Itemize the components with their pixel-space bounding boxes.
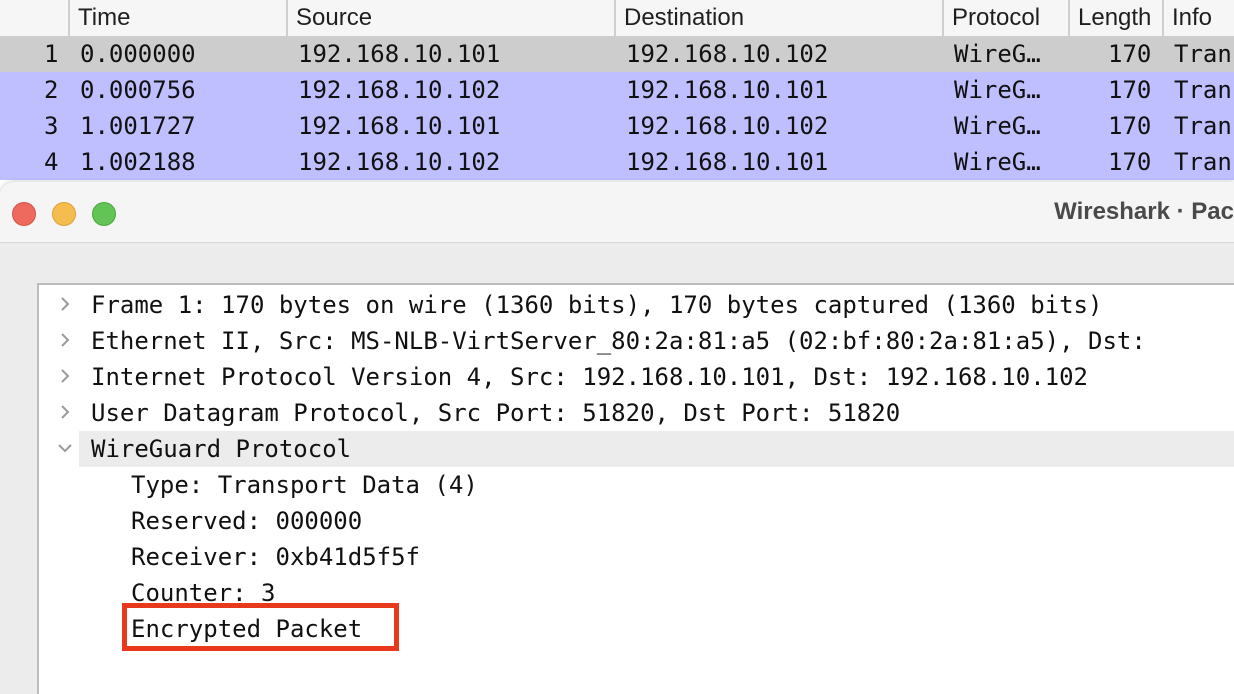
- packet-protocol: WireG…: [954, 40, 1041, 68]
- column-header-info[interactable]: Info: [1162, 0, 1234, 36]
- field-label: Receiver: 0xb41d5f5f: [131, 543, 420, 571]
- tree-item-label: Frame 1: 170 bytes on wire (1360 bits), …: [91, 291, 1103, 319]
- packet-details-tree: Frame 1: 170 bytes on wire (1360 bits), …: [37, 283, 1234, 694]
- packet-source: 192.168.10.102: [298, 76, 501, 104]
- tree-item-label: Internet Protocol Version 4, Src: 192.16…: [91, 363, 1088, 391]
- tree-item-wireguard[interactable]: WireGuard Protocol: [58, 431, 1234, 467]
- tree-item-label: WireGuard Protocol: [91, 435, 352, 463]
- tree-field-receiver[interactable]: Receiver: 0xb41d5f5f: [39, 539, 1234, 575]
- packet-destination: 192.168.10.101: [626, 76, 829, 104]
- packet-length: 170: [1108, 112, 1152, 140]
- packet-info: Tran: [1174, 112, 1232, 140]
- close-window-button[interactable]: [12, 202, 36, 226]
- packet-time: 1.002188: [80, 148, 196, 176]
- packet-time: 0.000756: [80, 76, 196, 104]
- packet-detail-window: Wireshark · Pac Frame 1: 170 bytes on wi…: [0, 182, 1234, 694]
- tree-item-label: Ethernet II, Src: MS-NLB-VirtServer_80:2…: [91, 327, 1146, 355]
- packet-length: 170: [1108, 40, 1152, 68]
- packet-list-header: Time Source Destination Protocol Length …: [0, 0, 1234, 37]
- chevron-right-icon[interactable]: [54, 365, 76, 387]
- field-label: Reserved: 000000: [131, 507, 363, 535]
- highlight-annotation-box: [122, 603, 399, 651]
- packet-destination: 192.168.10.102: [626, 112, 829, 140]
- window-title: Wireshark · Pac: [1054, 198, 1234, 225]
- packet-protocol: WireG…: [954, 76, 1041, 104]
- packet-source: 192.168.10.101: [298, 40, 501, 68]
- tree-item-ethernet[interactable]: Ethernet II, Src: MS-NLB-VirtServer_80:2…: [39, 323, 1234, 359]
- packet-protocol: WireG…: [954, 112, 1041, 140]
- packet-row[interactable]: 4 1.002188 192.168.10.102 192.168.10.101…: [0, 144, 1234, 180]
- packet-length: 170: [1108, 148, 1152, 176]
- packet-row[interactable]: 2 0.000756 192.168.10.102 192.168.10.101…: [0, 72, 1234, 108]
- packet-info: Tran: [1174, 76, 1232, 104]
- packet-destination: 192.168.10.101: [626, 148, 829, 176]
- tree-field-type[interactable]: Type: Transport Data (4): [39, 467, 1234, 503]
- packet-source: 192.168.10.102: [298, 148, 501, 176]
- tree-item-label: User Datagram Protocol, Src Port: 51820,…: [91, 399, 901, 427]
- column-header-time[interactable]: Time: [68, 0, 288, 36]
- packet-source: 192.168.10.101: [298, 112, 501, 140]
- tree-item-ipv4[interactable]: Internet Protocol Version 4, Src: 192.16…: [39, 359, 1234, 395]
- chevron-right-icon[interactable]: [54, 401, 76, 423]
- packet-row[interactable]: 1 0.000000 192.168.10.101 192.168.10.102…: [0, 36, 1234, 72]
- chevron-right-icon[interactable]: [54, 293, 76, 315]
- packet-destination: 192.168.10.102: [626, 40, 829, 68]
- minimize-window-button[interactable]: [52, 202, 76, 226]
- column-header-destination[interactable]: Destination: [614, 0, 944, 36]
- packet-protocol: WireG…: [954, 148, 1041, 176]
- packet-no: 2: [44, 76, 59, 104]
- packet-length: 170: [1108, 76, 1152, 104]
- packet-row[interactable]: 3 1.001727 192.168.10.101 192.168.10.102…: [0, 108, 1234, 144]
- column-header-protocol[interactable]: Protocol: [942, 0, 1070, 36]
- zoom-window-button[interactable]: [92, 202, 116, 226]
- packet-time: 0.000000: [80, 40, 196, 68]
- packet-list: Time Source Destination Protocol Length …: [0, 0, 1234, 182]
- column-header-length[interactable]: Length: [1068, 0, 1164, 36]
- chevron-right-icon[interactable]: [54, 329, 76, 351]
- packet-time: 1.001727: [80, 112, 196, 140]
- column-header-source[interactable]: Source: [286, 0, 616, 36]
- tree-item-udp[interactable]: User Datagram Protocol, Src Port: 51820,…: [39, 395, 1234, 431]
- packet-info: Tran: [1174, 40, 1232, 68]
- packet-info: Tran: [1174, 148, 1232, 176]
- field-label: Type: Transport Data (4): [131, 471, 478, 499]
- packet-no: 4: [44, 148, 59, 176]
- window-titlebar[interactable]: Wireshark · Pac: [0, 182, 1234, 243]
- tree-field-reserved[interactable]: Reserved: 000000: [39, 503, 1234, 539]
- packet-no: 1: [44, 40, 59, 68]
- packet-no: 3: [44, 112, 59, 140]
- chevron-down-icon[interactable]: [54, 437, 76, 459]
- tree-item-frame[interactable]: Frame 1: 170 bytes on wire (1360 bits), …: [39, 287, 1234, 323]
